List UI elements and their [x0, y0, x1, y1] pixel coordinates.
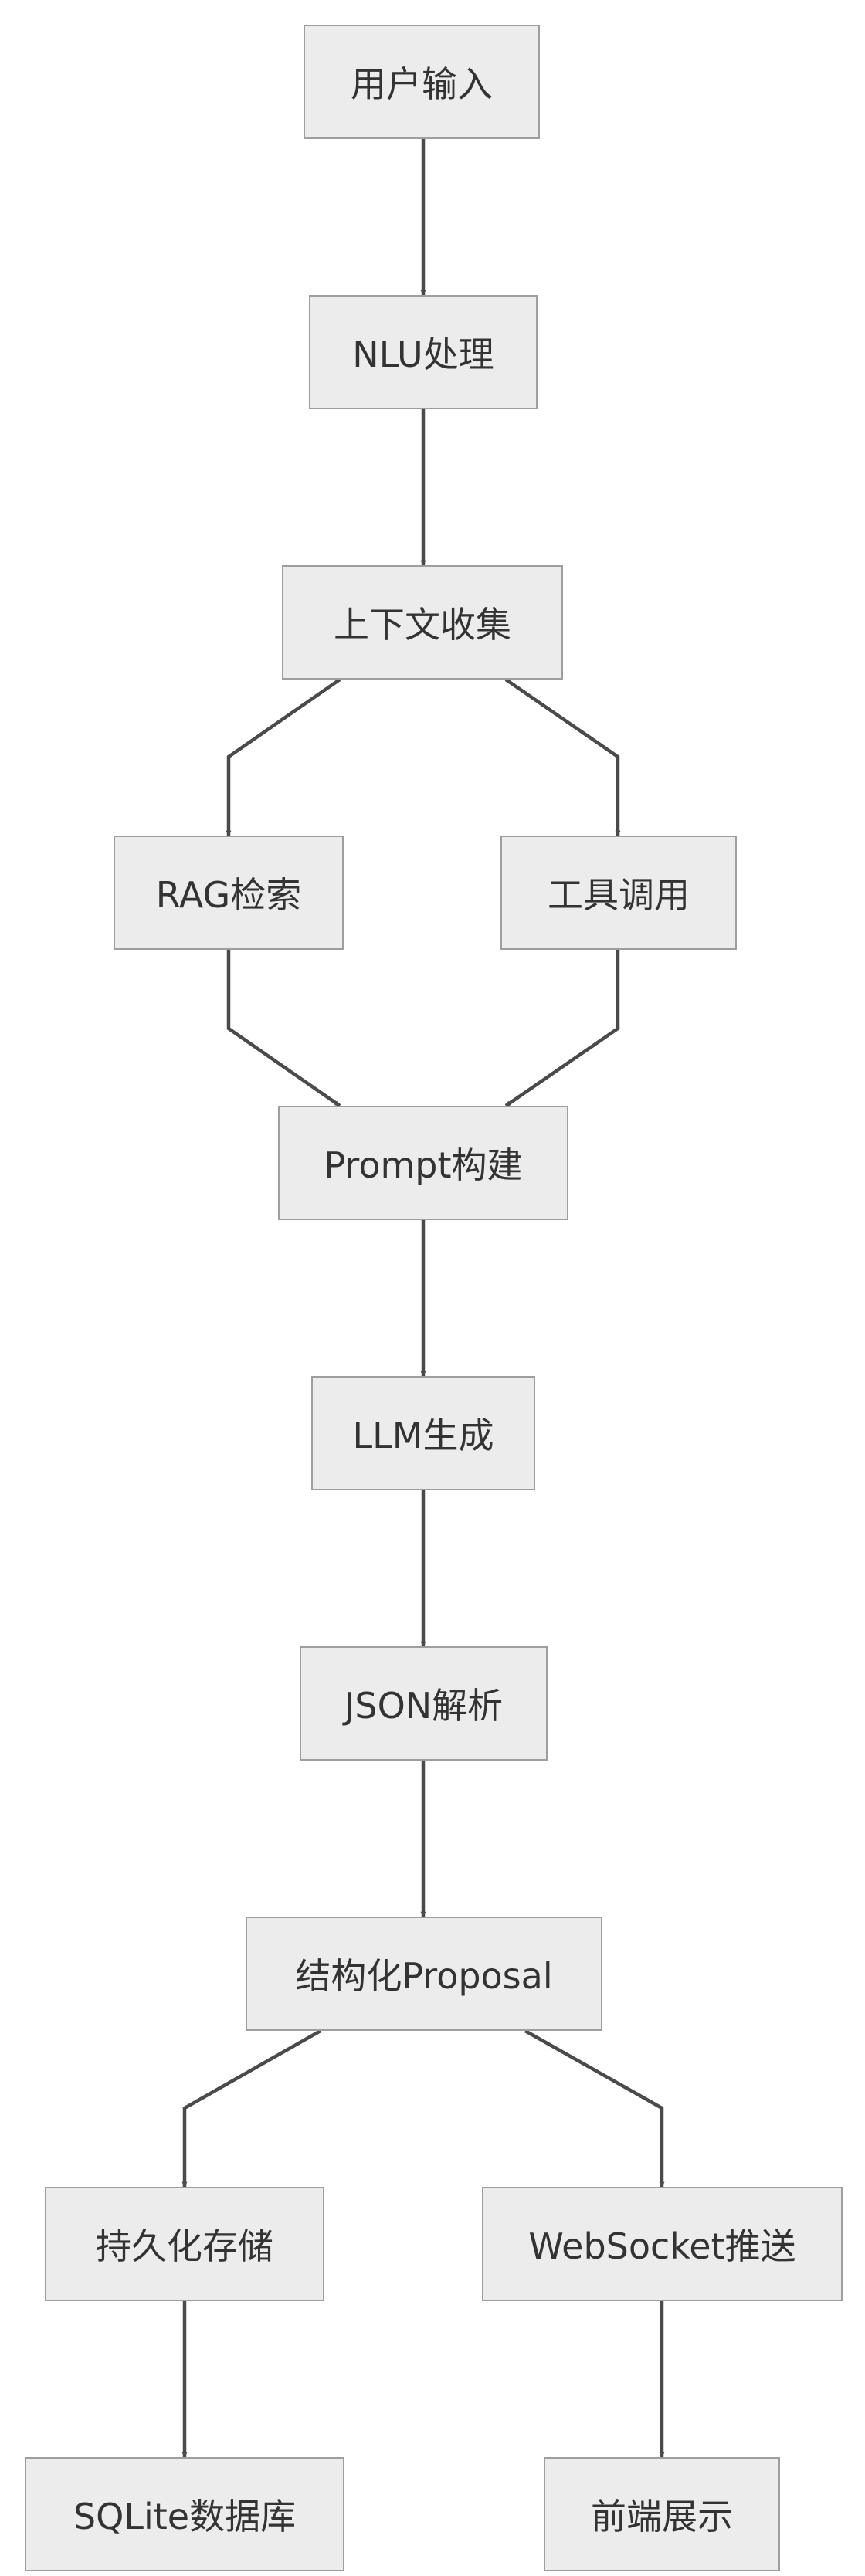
- edge-tool-to-prompt: [504, 950, 620, 1107]
- node-prompt-build: Prompt构建: [278, 1106, 568, 1220]
- node-websocket-push: WebSocket推送: [482, 2187, 843, 2301]
- node-sqlite-database: SQLite数据库: [25, 2457, 344, 2571]
- edge-context-to-rag: [226, 678, 341, 836]
- node-json-parse: JSON解析: [300, 1646, 548, 1761]
- node-structured-proposal: 结构化Proposal: [246, 1917, 602, 2031]
- node-frontend-display: 前端展示: [544, 2457, 780, 2571]
- node-persistent-storage: 持久化存储: [45, 2187, 324, 2301]
- edge-proposal-to-websocket: [524, 2029, 665, 2188]
- flowchart: 用户输入 NLU处理 上下文收集 RAG检索 工具调用 Prompt构建 LLM…: [0, 0, 865, 2576]
- node-context-collection: 上下文收集: [282, 565, 563, 680]
- edge-proposal-to-persist: [181, 2029, 322, 2188]
- edge-rag-to-prompt: [226, 950, 341, 1107]
- node-nlu-processing: NLU处理: [309, 295, 538, 409]
- node-rag-retrieval: RAG检索: [114, 836, 344, 950]
- edge-context-to-tool: [504, 678, 621, 836]
- node-llm-generation: LLM生成: [311, 1376, 535, 1490]
- node-user-input: 用户输入: [304, 25, 540, 139]
- node-tool-call: 工具调用: [500, 836, 737, 950]
